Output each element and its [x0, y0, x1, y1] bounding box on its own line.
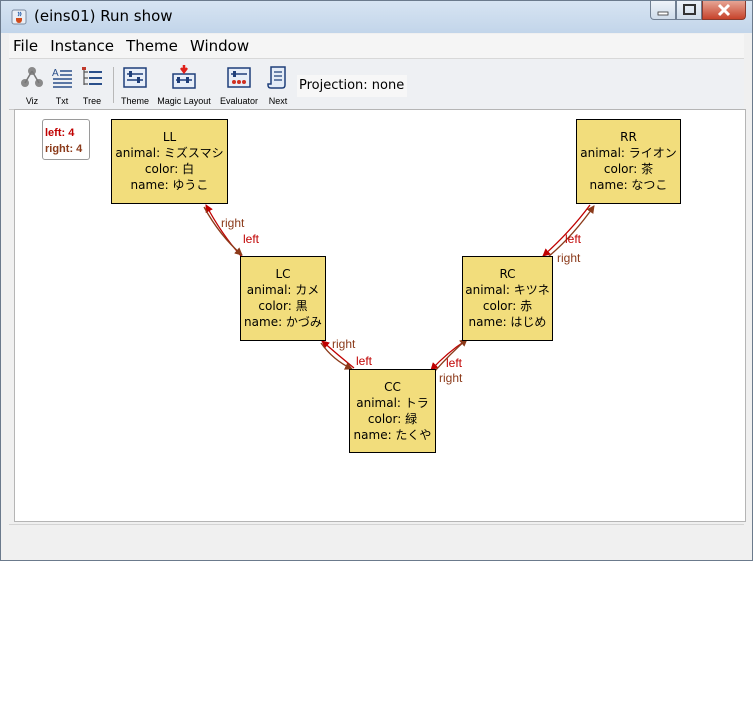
node-rr-color: color: 茶 — [603, 162, 654, 176]
node-rc-name: name: はじめ — [468, 315, 547, 329]
node-lc-title: LC — [275, 267, 291, 281]
node-cc-name: name: たくや — [353, 428, 432, 442]
edge-label-left: left — [565, 232, 582, 246]
edge-label-right: right — [439, 371, 463, 385]
node-cc[interactable]: CC animal: トラ color: 緑 name: たくや — [349, 369, 436, 453]
node-rc[interactable]: RC animal: キツネ color: 赤 name: はじめ — [462, 256, 553, 341]
node-lc-animal: animal: カメ — [246, 283, 320, 297]
node-ll-title: LL — [162, 130, 177, 144]
node-cc-color: color: 緑 — [367, 412, 418, 426]
node-rr-name: name: なつこ — [589, 178, 668, 192]
node-rr-title: RR — [620, 130, 637, 144]
edge-label-right: right — [557, 251, 581, 265]
node-cc-animal: animal: トラ — [356, 396, 429, 410]
node-cc-title: CC — [384, 380, 401, 394]
node-rc-animal: animal: キツネ — [465, 283, 550, 297]
node-ll[interactable]: LL animal: ミズスマシ color: 白 name: ゆうこ — [111, 119, 228, 204]
edge-label-right: right — [332, 337, 356, 351]
edge-label-left: left — [356, 354, 373, 368]
node-rr[interactable]: RR animal: ライオン color: 茶 name: なつこ — [576, 119, 681, 204]
node-lc-name: name: かづみ — [244, 315, 322, 329]
edge-rr-left-rc[interactable] — [542, 204, 591, 257]
edge-label-left: left — [446, 356, 463, 370]
node-rc-title: RC — [499, 267, 516, 281]
node-lc-color: color: 黒 — [258, 299, 308, 313]
node-ll-name: name: ゆうこ — [130, 178, 209, 192]
node-ll-animal: animal: ミズスマシ — [115, 146, 224, 160]
node-rr-animal: animal: ライオン — [580, 146, 677, 160]
edge-label-left: left — [243, 232, 260, 246]
node-lc[interactable]: LC animal: カメ color: 黒 name: かづみ — [240, 256, 326, 341]
node-rc-color: color: 赤 — [482, 299, 533, 313]
node-ll-color: color: 白 — [144, 162, 195, 176]
edge-label-right: right — [221, 216, 245, 230]
edges-layer: right left right left left right left ri… — [203, 204, 595, 385]
edge-ll-right-lc[interactable] — [203, 206, 243, 256]
